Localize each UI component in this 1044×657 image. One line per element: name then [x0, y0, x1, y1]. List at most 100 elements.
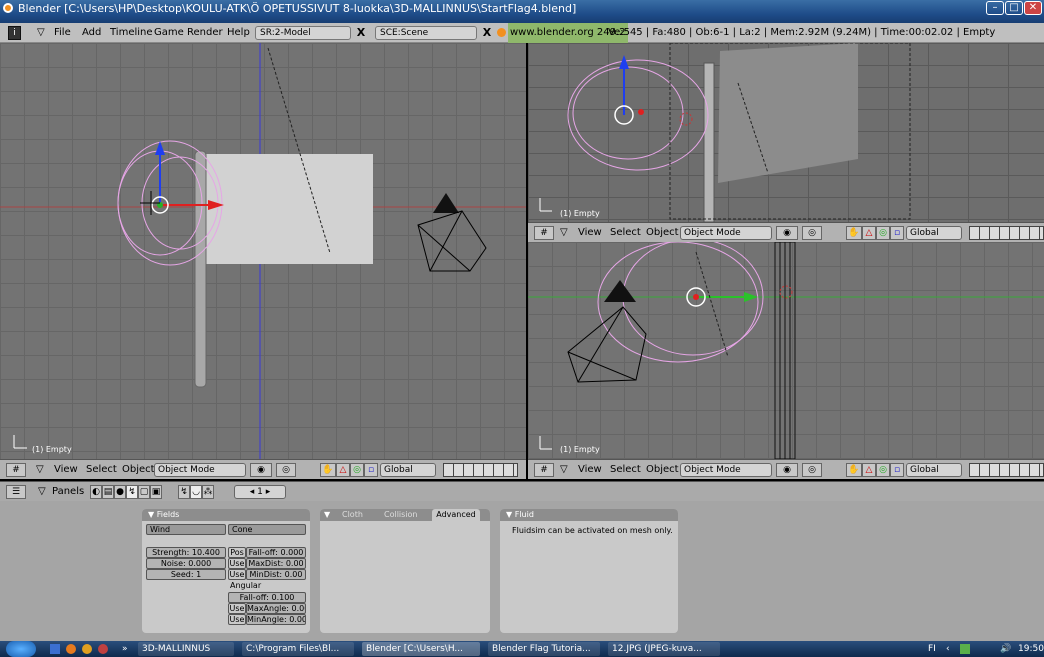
menu-panels[interactable]: Panels: [52, 482, 84, 502]
taskbar-item-folder[interactable]: 3D-MALLINNUS: [138, 642, 234, 656]
delete-screen-button[interactable]: X: [354, 26, 368, 40]
taskbar-item-image[interactable]: 12.JPG (JPEG-kuva...: [608, 642, 720, 656]
minangle-field[interactable]: MinAngle: 0.00: [246, 614, 306, 625]
translate-icon[interactable]: △: [862, 463, 876, 477]
viewport-left[interactable]: (1) Empty: [0, 43, 526, 459]
menu-select[interactable]: Select: [86, 460, 117, 479]
manipulator-toggle-icon[interactable]: ✋: [846, 226, 862, 240]
menu-select[interactable]: Select: [610, 460, 641, 479]
object-context-icon[interactable]: ↯: [126, 485, 138, 499]
editor-type-icon[interactable]: #: [534, 463, 554, 477]
field-type-selector[interactable]: Wind: [146, 524, 226, 535]
layer-buttons[interactable]: [969, 226, 1044, 240]
logic-context-icon[interactable]: ◐: [90, 485, 102, 499]
rotate-icon[interactable]: ◎: [350, 463, 364, 477]
scale-icon[interactable]: ▫: [890, 463, 904, 477]
frame-number-field[interactable]: ◂ 1 ▸: [234, 485, 286, 499]
collapse-triangle-icon[interactable]: ▼: [324, 510, 330, 519]
start-button-icon[interactable]: [6, 641, 36, 657]
quicklaunch-app-icon[interactable]: [98, 644, 108, 654]
maxdist-field[interactable]: MaxDist: 0.00: [246, 558, 306, 569]
translate-icon[interactable]: △: [336, 463, 350, 477]
mode-selector[interactable]: Object Mode: [680, 226, 772, 240]
manipulator-toggle-icon[interactable]: ✋: [846, 463, 862, 477]
menu-timeline[interactable]: Timeline: [110, 23, 153, 43]
rotate-icon[interactable]: ◎: [876, 463, 890, 477]
collapse-menu-icon[interactable]: ▽: [38, 482, 46, 502]
language-indicator[interactable]: FI: [928, 641, 936, 657]
mode-selector[interactable]: Object Mode: [154, 463, 246, 477]
menu-view[interactable]: View: [578, 460, 602, 479]
scene-selector[interactable]: SCE:Scene: [375, 26, 477, 40]
close-button[interactable]: ✕: [1024, 1, 1042, 15]
menu-game[interactable]: Game: [154, 23, 184, 43]
tray-arrow-icon[interactable]: ‹: [946, 641, 950, 657]
draw-type-icon[interactable]: ◉: [776, 226, 798, 240]
mode-selector[interactable]: Object Mode: [680, 463, 772, 477]
orientation-selector[interactable]: Global: [906, 226, 962, 240]
orientation-selector[interactable]: Global: [906, 463, 962, 477]
layer-buttons[interactable]: [969, 463, 1044, 477]
translate-icon[interactable]: △: [862, 226, 876, 240]
quicklaunch-media-icon[interactable]: [82, 644, 92, 654]
pos-toggle[interactable]: Pos: [228, 547, 246, 558]
editing-context-icon[interactable]: ▢: [138, 485, 150, 499]
shading-context-icon[interactable]: ●: [114, 485, 126, 499]
menu-file[interactable]: File: [54, 23, 71, 43]
quicklaunch-more-icon[interactable]: »: [122, 641, 128, 657]
delete-scene-button[interactable]: X: [480, 26, 494, 40]
rotate-icon[interactable]: ◎: [876, 226, 890, 240]
tab-collision[interactable]: Collision: [384, 509, 418, 521]
editor-type-icon[interactable]: #: [6, 463, 26, 477]
editor-type-icon[interactable]: i: [8, 26, 21, 40]
editor-type-icon[interactable]: ☰: [6, 485, 26, 499]
draw-type-icon[interactable]: ◉: [250, 463, 272, 477]
falloff-field[interactable]: Fall-off: 0.000: [246, 547, 306, 558]
fluid-panel-header[interactable]: ▼ Fluid: [500, 509, 678, 521]
collapse-menu-icon[interactable]: ▽: [36, 460, 44, 479]
maxangle-field[interactable]: MaxAngle: 0.00: [246, 603, 306, 614]
scene-context-icon[interactable]: ▣: [150, 485, 162, 499]
use-maxangle-toggle[interactable]: Use: [228, 603, 246, 614]
taskbar-item-blender[interactable]: Blender [C:\Users\H...: [362, 642, 480, 656]
use-minangle-toggle[interactable]: Use: [228, 614, 246, 625]
taskbar-item-browser[interactable]: Blender Flag Tutoria...: [488, 642, 600, 656]
angular-falloff-field[interactable]: Fall-off: 0.100: [228, 592, 306, 603]
field-shape-selector[interactable]: Cone: [228, 524, 306, 535]
manipulator-toggle-icon[interactable]: ✋: [320, 463, 336, 477]
noise-field[interactable]: Noise: 0.000: [146, 558, 226, 569]
screen-selector[interactable]: SR:2-Model: [255, 26, 351, 40]
strength-field[interactable]: Strength: 10.400: [146, 547, 226, 558]
scale-icon[interactable]: ▫: [890, 226, 904, 240]
quicklaunch-word-icon[interactable]: [50, 644, 60, 654]
tab-advanced[interactable]: Advanced: [432, 509, 480, 521]
minimize-button[interactable]: –: [986, 1, 1004, 15]
scale-icon[interactable]: ▫: [364, 463, 378, 477]
pivot-icon[interactable]: ◎: [802, 226, 822, 240]
viewport-right-bottom[interactable]: (1) Empty: [528, 242, 1044, 459]
use-maxdist-toggle[interactable]: Use: [228, 558, 246, 569]
menu-add[interactable]: Add: [82, 23, 101, 43]
draw-type-icon[interactable]: ◉: [776, 463, 798, 477]
particles-subtab-icon[interactable]: ⁂: [202, 485, 214, 499]
menu-view[interactable]: View: [54, 460, 78, 479]
pivot-icon[interactable]: ◎: [276, 463, 296, 477]
collapse-menu-icon[interactable]: ▽: [560, 460, 568, 479]
menu-help[interactable]: Help: [227, 23, 250, 43]
menu-object[interactable]: Object: [646, 460, 679, 479]
menu-select[interactable]: Select: [610, 223, 641, 242]
menu-render[interactable]: Render: [187, 23, 223, 43]
object-subtab-icon[interactable]: ↯: [178, 485, 190, 499]
taskbar-item-cmd[interactable]: C:\Program Files\Bl...: [242, 642, 354, 656]
use-mindist-toggle[interactable]: Use: [228, 569, 246, 580]
seed-field[interactable]: Seed: 1: [146, 569, 226, 580]
tray-volume-icon[interactable]: 🔊: [1000, 641, 1011, 657]
collapse-menu-icon[interactable]: ▽: [560, 223, 568, 242]
menu-object[interactable]: Object: [646, 223, 679, 242]
collapse-menu-icon[interactable]: ▽: [37, 23, 45, 43]
orientation-selector[interactable]: Global: [380, 463, 436, 477]
maximize-button[interactable]: □: [1005, 1, 1023, 15]
mindist-field[interactable]: MinDist: 0.00: [246, 569, 306, 580]
physics-subtab-icon[interactable]: ◡: [190, 485, 202, 499]
layer-buttons[interactable]: [443, 463, 518, 477]
